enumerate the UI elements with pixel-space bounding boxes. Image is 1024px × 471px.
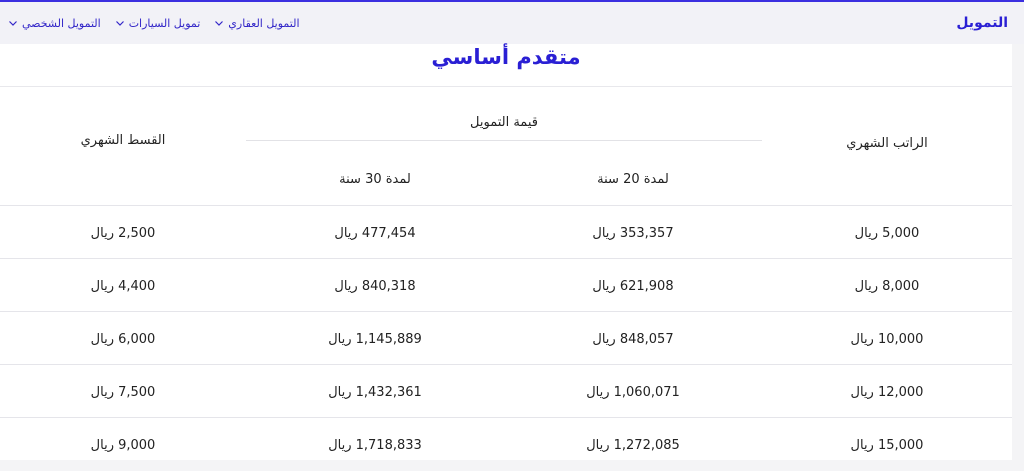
cell-installment: 9,000 ريال [90, 437, 156, 453]
header-term-20-years: لمدة 20 سنة [504, 153, 762, 206]
cell-term-30: 1,145,889 ريال [328, 331, 422, 347]
chevron-down-icon [214, 18, 224, 28]
cell-salary: 10,000 ريال [850, 331, 924, 347]
cell-salary: 12,000 ريال [850, 384, 924, 400]
nav-item-car-financing[interactable]: تمويل السيارات [115, 16, 201, 30]
table-row: 8,000 ريال 621,908 ريال 840,318 ريال 4,4… [0, 258, 1012, 312]
cell-term-20: 353,357 ريال [592, 225, 674, 241]
cell-term-30: 1,718,833 ريال [328, 437, 422, 453]
cell-term-30: 477,454 ريال [334, 225, 416, 241]
header-divider [246, 140, 762, 141]
header-term-30-years: لمدة 30 سنة [246, 153, 504, 206]
table-row: 15,000 ريال 1,272,085 ريال 1,718,833 ريا… [0, 417, 1012, 471]
cell-term-30: 840,318 ريال [334, 278, 416, 294]
nav-item-label: التمويل الشخصي [22, 16, 101, 30]
cell-installment: 4,400 ريال [90, 278, 156, 294]
nav-item-real-estate-financing[interactable]: التمويل العقاري [214, 16, 300, 30]
header-monthly-installment: القسط الشهري [80, 132, 166, 148]
cell-installment: 6,000 ريال [90, 331, 156, 347]
nav-item-label: التمويل العقاري [228, 16, 300, 30]
cell-installment: 2,500 ريال [90, 225, 156, 241]
cell-installment: 7,500 ريال [90, 384, 156, 400]
cell-term-20: 1,060,071 ريال [586, 384, 680, 400]
header-monthly-salary: الراتب الشهري [846, 135, 928, 151]
top-navbar: التمويل التمويل العقاري تمويل السيارات ا… [0, 2, 1024, 44]
nav-brand[interactable]: التمويل [956, 15, 1008, 31]
section-title: متقدم أساسي [431, 45, 581, 69]
nav-item-personal-financing[interactable]: التمويل الشخصي [8, 17, 101, 30]
table-row: 5,000 ريال 353,357 ريال 477,454 ريال 2,5… [0, 205, 1012, 259]
cell-salary: 15,000 ريال [850, 437, 924, 453]
cell-term-20: 1,272,085 ريال [586, 437, 680, 453]
financing-card: متقدم أساسي الراتب الشهري قيمة التمويل ا… [0, 44, 1012, 460]
table-row: 10,000 ريال 848,057 ريال 1,145,889 ريال … [0, 311, 1012, 365]
header-financing-value: قيمة التمويل [470, 115, 538, 130]
nav-menu: التمويل العقاري تمويل السيارات التمويل ا… [8, 17, 300, 30]
cell-term-20: 848,057 ريال [592, 331, 674, 347]
nav-item-label: تمويل السيارات [128, 16, 201, 30]
cell-salary: 8,000 ريال [854, 278, 920, 294]
cell-term-20: 621,908 ريال [592, 278, 674, 294]
header-financing-group: قيمة التمويل [246, 87, 762, 154]
financing-table: الراتب الشهري قيمة التمويل القسط الشهري … [0, 86, 1012, 471]
chevron-down-icon [8, 18, 18, 28]
cell-term-30: 1,432,361 ريال [328, 384, 422, 400]
table-row: 12,000 ريال 1,060,071 ريال 1,432,361 ريا… [0, 364, 1012, 418]
chevron-down-icon [115, 18, 125, 28]
cell-salary: 5,000 ريال [854, 225, 920, 241]
table-header-row: الراتب الشهري قيمة التمويل القسط الشهري [0, 86, 1012, 154]
